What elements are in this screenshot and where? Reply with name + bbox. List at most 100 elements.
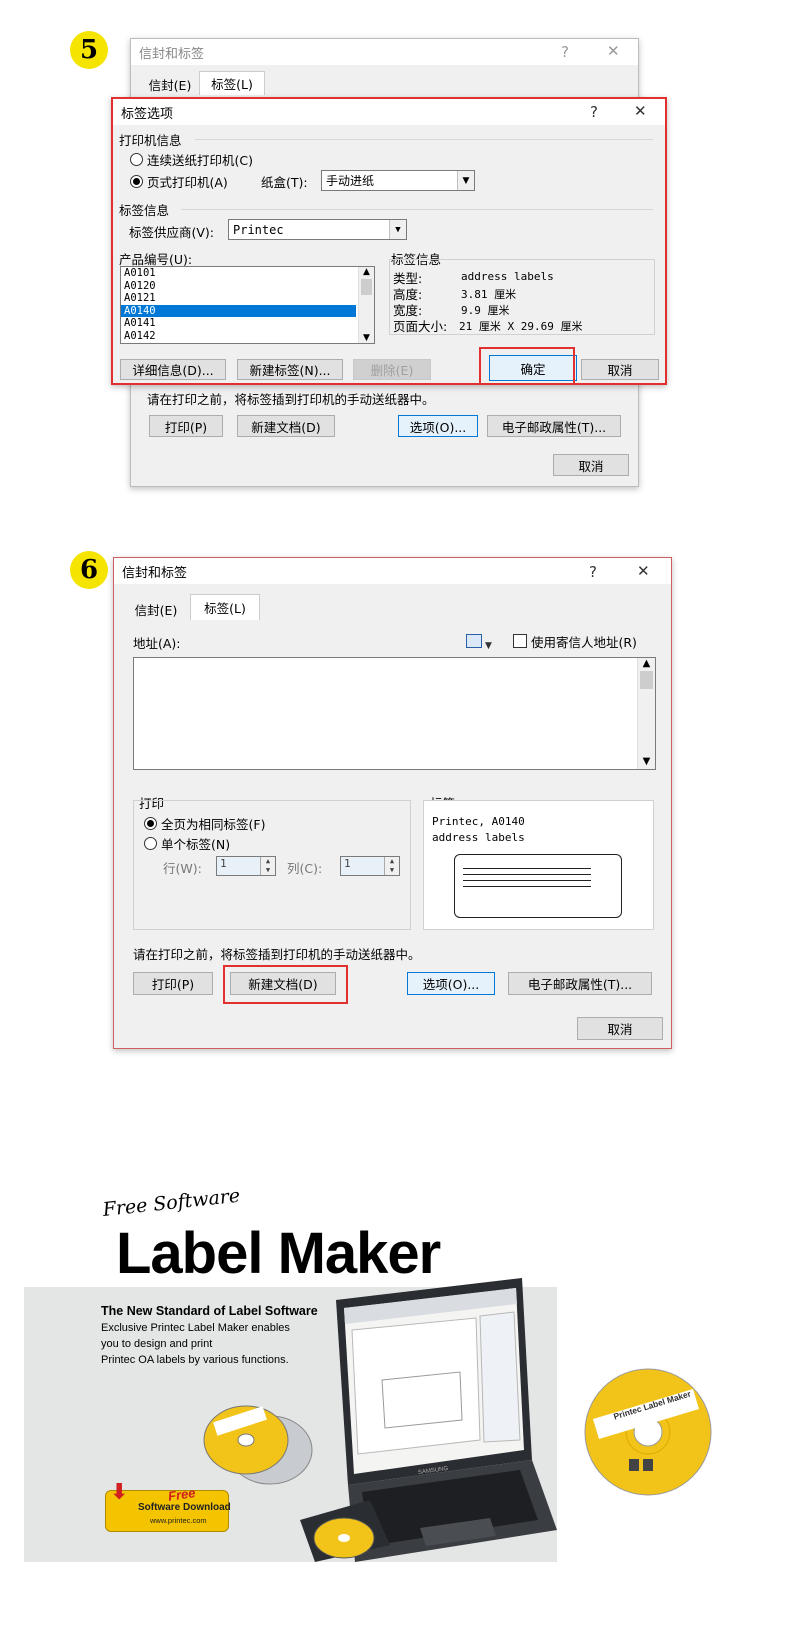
label-preview-line1: Printec, A0140 [432, 815, 525, 828]
help-icon[interactable]: ? [589, 563, 597, 581]
full-page-label: 全页为相同标签(F) [161, 817, 266, 832]
cancel-button[interactable]: 取消 [577, 1017, 663, 1040]
row-label: 行(W): [163, 861, 202, 876]
ad-headline: The New Standard of Label Software [101, 1304, 318, 1318]
cd-stack-image [203, 1405, 313, 1485]
chevron-down-icon: ▼ [389, 220, 406, 239]
badge-download-text: Download [183, 1502, 231, 1513]
close-icon[interactable]: ✕ [634, 102, 647, 120]
ad-desc-line1: Exclusive Printec Label Maker enables [101, 1322, 290, 1334]
cancel-button[interactable]: 取消 [581, 359, 659, 380]
vendor-value: Printec [233, 222, 284, 237]
page-size-key: 页面大小: [393, 319, 448, 334]
scroll-thumb[interactable] [361, 279, 372, 295]
chevron-down-icon: ▼ [457, 171, 474, 190]
spinner-arrows-icon[interactable]: ▲ ▼ [384, 857, 399, 875]
window-title: 信封和标签 [114, 558, 671, 584]
help-icon[interactable]: ? [561, 43, 569, 61]
col-spinner[interactable]: 1 ▲ ▼ [340, 856, 400, 876]
new-label-button[interactable]: 新建标签(N)... [237, 359, 343, 380]
divider [181, 209, 653, 210]
ad-desc-line3: Printec OA labels by various functions. [101, 1354, 289, 1366]
list-item[interactable]: A0101 [121, 267, 374, 280]
cancel-button[interactable]: 取消 [553, 454, 629, 476]
chevron-down-icon[interactable]: ▼ [359, 333, 374, 343]
col-label: 列(C): [287, 861, 323, 876]
continuous-printer-label: 连续送纸打印机(C) [147, 153, 253, 168]
width-value: 9.9 厘米 [461, 304, 510, 317]
cd-image [584, 1368, 712, 1496]
step-6-badge: 6 [70, 551, 108, 589]
product-list-scrollbar[interactable]: ▲ ▼ [358, 267, 374, 343]
tab-envelope[interactable]: 信封(E) [126, 598, 186, 620]
spinner-arrows-icon[interactable]: ▲ ▼ [260, 857, 275, 875]
list-item[interactable]: A0141 [121, 317, 374, 330]
print-button[interactable]: 打印(P) [149, 415, 223, 437]
print-button[interactable]: 打印(P) [133, 972, 213, 995]
tab-envelope[interactable]: 信封(E) [141, 73, 199, 95]
options-button[interactable]: 选项(O)... [407, 972, 495, 995]
dialog-title: 标签选项 [113, 99, 665, 125]
cd-tray-image [300, 1500, 390, 1562]
height-value: 3.81 厘米 [461, 288, 517, 301]
details-button[interactable]: 详细信息(D)... [120, 359, 226, 380]
chevron-up-icon[interactable]: ▲ [638, 658, 655, 669]
tab-labels[interactable]: 标签(L) [190, 594, 260, 620]
single-label-label: 单个标签(N) [161, 837, 231, 852]
address-scrollbar[interactable]: ▲ ▼ [637, 658, 655, 769]
address-textarea[interactable]: ▲ ▼ [133, 657, 656, 770]
type-value: address labels [461, 270, 554, 283]
page-size-value: 21 厘米 X 29.69 厘米 [459, 320, 583, 333]
feed-hint: 请在打印之前，将标签插到打印机的手动送纸器中。 [147, 392, 435, 407]
divider [195, 139, 653, 140]
tab-labels[interactable]: 标签(L) [199, 71, 265, 95]
badge-url-text: www.printec.com [150, 1516, 207, 1525]
return-address-label: 使用寄信人地址(R) [531, 635, 637, 650]
download-arrow-icon: ⬇ [110, 1480, 129, 1505]
postage-properties-button[interactable]: 电子邮政属性(T)... [508, 972, 652, 995]
address-book-icon[interactable]: ▼ [466, 634, 496, 651]
vendor-label: 标签供应商(V): [129, 225, 215, 240]
printer-info-heading: 打印机信息 [119, 133, 182, 148]
help-icon[interactable]: ? [590, 103, 598, 121]
product-list[interactable]: A0101 A0120 A0121 A0140 A0141 A0142 ▲ ▼ [120, 266, 375, 344]
chevron-down-icon[interactable]: ▼ [638, 756, 655, 767]
address-label: 地址(A): [133, 636, 181, 651]
step-5-badge: 5 [70, 31, 108, 69]
list-item-selected[interactable]: A0140 [121, 304, 356, 317]
postage-properties-button[interactable]: 电子邮政属性(T)... [487, 415, 621, 437]
feed-hint: 请在打印之前，将标签插到打印机的手动送纸器中。 [133, 947, 421, 962]
vendor-select[interactable]: Printec ▼ [228, 219, 407, 240]
list-item[interactable]: A0120 [121, 280, 374, 293]
label-preview-line2: address labels [432, 831, 525, 844]
row-spinner[interactable]: 1 ▲ ▼ [216, 856, 276, 876]
continuous-printer-radio[interactable] [130, 153, 143, 166]
new-document-button[interactable]: 新建文档(D) [230, 972, 336, 995]
page-printer-label: 页式打印机(A) [147, 175, 228, 190]
full-page-radio[interactable] [144, 817, 157, 830]
page-printer-radio[interactable] [130, 175, 143, 188]
col-value: 1 [344, 857, 351, 870]
chevron-up-icon[interactable]: ▲ [359, 267, 374, 277]
list-item[interactable]: A0142 [121, 330, 374, 343]
envelopes-labels-window: 信封和标签 ? ✕ 信封(E) 标签(L) 地址(A): ▼ 使用寄信人地址(R… [113, 557, 672, 1049]
new-document-button[interactable]: 新建文档(D) [237, 415, 335, 437]
ok-button[interactable]: 确定 [489, 355, 577, 381]
label-info-heading: 标签信息 [119, 203, 170, 218]
badge-software-text: Software [138, 1502, 181, 1513]
return-address-checkbox[interactable] [513, 634, 527, 648]
label-preview-icon [454, 854, 622, 918]
scroll-thumb[interactable] [640, 671, 653, 689]
free-software-tagline: Free Software [101, 1184, 242, 1221]
delete-button[interactable]: 删除(E) [353, 359, 431, 380]
tray-value: 手动进纸 [326, 174, 375, 188]
tray-select[interactable]: 手动进纸 ▼ [321, 170, 475, 191]
close-icon[interactable]: ✕ [607, 42, 620, 60]
options-button[interactable]: 选项(O)... [398, 415, 478, 437]
close-icon[interactable]: ✕ [637, 562, 650, 580]
list-item[interactable]: A0121 [121, 292, 374, 305]
ad-desc-line2: you to design and print [101, 1338, 213, 1350]
label-options-dialog: 标签选项 ? ✕ 打印机信息 连续送纸打印机(C) 页式打印机(A) 纸盒(T)… [111, 97, 667, 385]
single-label-radio[interactable] [144, 837, 157, 850]
row-value: 1 [220, 857, 227, 870]
